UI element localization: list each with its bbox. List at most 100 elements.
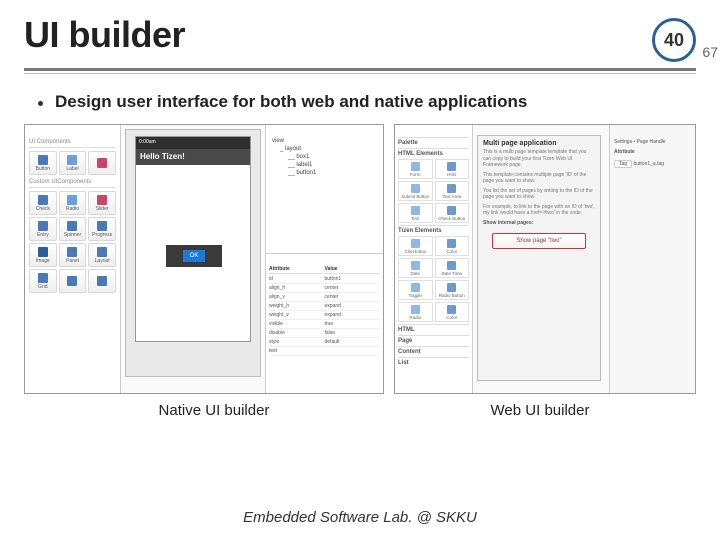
component-icon bbox=[97, 195, 107, 205]
palette-item: Panel bbox=[59, 243, 87, 267]
tree-node: __ button1 bbox=[270, 169, 379, 177]
property-row: weight_hexpand bbox=[269, 302, 380, 311]
palette-item: Check Box bbox=[398, 236, 433, 256]
tree-node: _ layout bbox=[270, 145, 379, 153]
palette-item: Button bbox=[29, 151, 57, 175]
palette-section: List bbox=[398, 357, 469, 368]
property-row: styledefault bbox=[269, 338, 380, 347]
component-icon bbox=[97, 158, 107, 168]
palette-section: UI Components bbox=[29, 139, 116, 148]
palette-item: Radio bbox=[59, 191, 87, 215]
preview-link-intro: Show internal pages: bbox=[478, 220, 600, 230]
footer-credit: Embedded Software Lab. @ SKKU bbox=[0, 509, 720, 526]
divider-top bbox=[24, 68, 696, 71]
component-icon bbox=[411, 206, 420, 215]
web-palette: Palette HTML Elements Form Html Submit B… bbox=[395, 125, 473, 393]
component-icon bbox=[38, 195, 48, 205]
native-canvas: 0:00am Hello Tizen! OK bbox=[125, 129, 261, 377]
component-icon bbox=[67, 195, 77, 205]
palette-item: Entry bbox=[29, 217, 57, 241]
preview-text: You list the set of pages by writing to … bbox=[478, 188, 600, 204]
tree-node: view bbox=[270, 137, 379, 145]
native-ui-screenshot: UI Components Button Label Custom UIComp… bbox=[24, 124, 384, 394]
component-icon bbox=[411, 184, 420, 193]
phone-preview: 0:00am Hello Tizen! OK bbox=[135, 136, 251, 342]
properties-header: AttributeValue bbox=[269, 266, 380, 274]
component-icon bbox=[447, 261, 456, 270]
preview-text: This template contains multiple page 'ID… bbox=[478, 172, 600, 188]
component-icon bbox=[447, 206, 456, 215]
component-icon bbox=[411, 239, 420, 248]
palette-item: Layout bbox=[88, 243, 116, 267]
property-row: align_vcenter bbox=[269, 293, 380, 302]
preview-title: Multi page application bbox=[478, 136, 600, 149]
native-outline-tree: view _ layout __ box1 __ label1 __ butto… bbox=[265, 125, 383, 253]
preview-text: For example, to link to the page with an… bbox=[478, 204, 600, 220]
tree-node: __ label1 bbox=[270, 161, 379, 169]
slide-title: UI builder bbox=[24, 14, 185, 56]
palette-item: Grid bbox=[29, 269, 57, 293]
palette-item: Html bbox=[435, 159, 470, 179]
palette-item: Color bbox=[435, 302, 470, 322]
component-icon bbox=[97, 221, 107, 231]
caption-web: Web UI builder bbox=[384, 402, 696, 419]
bullet-text: Design user interface for both web and n… bbox=[55, 92, 527, 112]
web-ui-screenshot: Outline Properties ... Palette HTML Elem… bbox=[394, 124, 696, 394]
component-icon bbox=[67, 247, 77, 257]
palette-item: Spinner bbox=[59, 217, 87, 241]
slide-number: 40 bbox=[652, 18, 696, 62]
component-icon bbox=[38, 221, 48, 231]
component-icon bbox=[67, 155, 77, 165]
native-palette: UI Components Button Label Custom UIComp… bbox=[25, 125, 121, 393]
component-icon bbox=[411, 261, 420, 270]
component-icon bbox=[67, 221, 77, 231]
component-icon bbox=[38, 155, 48, 165]
palette-item: Text bbox=[398, 203, 433, 223]
preview-show-page-button: Show page "two" bbox=[492, 233, 586, 249]
preview-text: This is a multi page template template t… bbox=[478, 149, 600, 172]
property-row: align_hcenter bbox=[269, 284, 380, 293]
slide-total: 67 bbox=[702, 44, 718, 60]
properties-panel-title: Settings • Page Handle bbox=[614, 139, 691, 145]
phone-status-bar: 0:00am bbox=[136, 137, 250, 149]
property-row: disablefalse bbox=[269, 329, 380, 338]
palette-section: HTML bbox=[398, 324, 469, 335]
palette-section: HTML Elements bbox=[398, 148, 469, 159]
palette-item: Check bbox=[29, 191, 57, 215]
palette-item: Slider bbox=[88, 191, 116, 215]
component-icon bbox=[411, 162, 420, 171]
component-icon bbox=[38, 247, 48, 257]
palette-item: Date Time bbox=[435, 258, 470, 278]
component-icon bbox=[67, 276, 77, 286]
property-row: idbutton1 bbox=[269, 275, 380, 284]
native-properties-panel: AttributeValue idbutton1 align_hcenter a… bbox=[265, 253, 383, 393]
palette-section: Page bbox=[398, 335, 469, 346]
palette-item: Label bbox=[59, 151, 87, 175]
web-properties-panel: Settings • Page Handle Attribute Tag but… bbox=[609, 125, 695, 393]
component-icon bbox=[411, 283, 420, 292]
component-icon bbox=[447, 184, 456, 193]
bullet-item: Design user interface for both web and n… bbox=[0, 92, 720, 112]
divider-bottom bbox=[24, 73, 696, 74]
phone-button-container: OK bbox=[166, 245, 222, 267]
palette-section: Content bbox=[398, 346, 469, 357]
property-row: text bbox=[269, 347, 380, 356]
component-icon bbox=[411, 305, 420, 314]
component-icon bbox=[447, 162, 456, 171]
palette-item bbox=[88, 151, 116, 175]
component-icon bbox=[97, 247, 107, 257]
palette-item: Color bbox=[435, 236, 470, 256]
component-icon bbox=[38, 273, 48, 283]
component-icon bbox=[97, 276, 107, 286]
web-canvas: Multi page application This is a multi p… bbox=[477, 135, 601, 381]
palette-item bbox=[88, 269, 116, 293]
palette-section: Palette bbox=[398, 137, 469, 148]
palette-item: Progress bbox=[88, 217, 116, 241]
bullet-dot-icon bbox=[38, 101, 43, 106]
palette-section: Custom UIComponents bbox=[29, 179, 116, 188]
palette-item: Text Area bbox=[435, 181, 470, 201]
tree-node: __ box1 bbox=[270, 153, 379, 161]
palette-item: Image bbox=[29, 243, 57, 267]
properties-header: Attribute bbox=[614, 149, 691, 155]
palette-item: Submit Button bbox=[398, 181, 433, 201]
